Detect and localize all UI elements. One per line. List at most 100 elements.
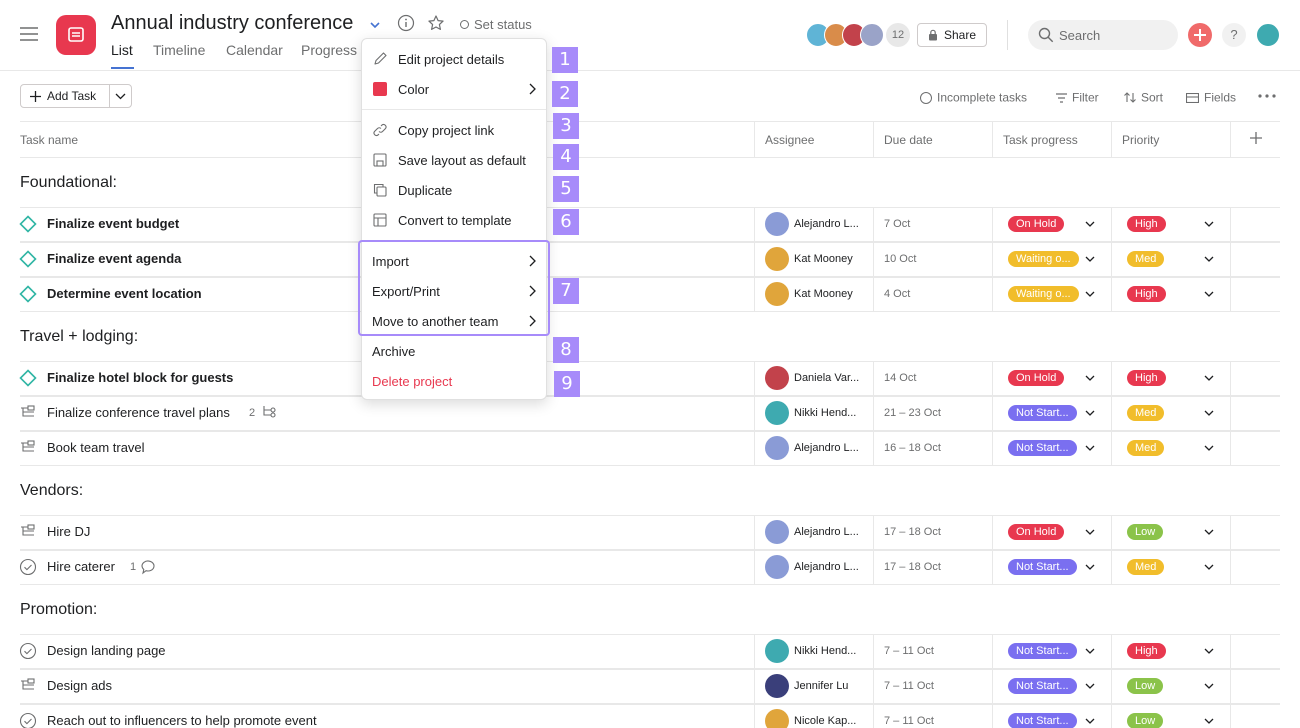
chevron-down-icon[interactable] bbox=[1203, 372, 1215, 384]
menu-item-delete-project[interactable]: Delete project bbox=[362, 366, 546, 396]
share-button[interactable]: Share bbox=[917, 23, 987, 47]
priority-badge[interactable]: High bbox=[1127, 286, 1166, 302]
filter-button[interactable]: Filter bbox=[1056, 89, 1099, 105]
task-progress-badge[interactable]: Not Start... bbox=[1008, 643, 1077, 659]
menu-item-archive[interactable]: Archive bbox=[362, 336, 546, 366]
more-options-icon[interactable] bbox=[1258, 93, 1276, 99]
chevron-down-icon[interactable] bbox=[1084, 218, 1096, 230]
task-name[interactable]: Hire DJ bbox=[47, 524, 90, 539]
assignee-name[interactable]: Kat Mooney bbox=[794, 288, 853, 300]
chevron-down-icon[interactable] bbox=[1084, 407, 1096, 419]
due-date[interactable]: 7 – 11 Oct bbox=[884, 680, 934, 692]
section-header[interactable]: Promotion: bbox=[20, 601, 97, 619]
due-date[interactable]: 7 – 11 Oct bbox=[884, 645, 934, 657]
fields-button[interactable]: Fields bbox=[1186, 89, 1236, 105]
column-header-priority[interactable]: Priority bbox=[1122, 133, 1159, 147]
tab-calendar[interactable]: Calendar bbox=[226, 42, 283, 58]
task-name[interactable]: Finalize hotel block for guests bbox=[47, 370, 233, 385]
assignee-name[interactable]: Kat Mooney bbox=[794, 253, 853, 265]
chevron-down-icon[interactable] bbox=[1203, 645, 1215, 657]
chevron-down-icon[interactable] bbox=[1084, 372, 1096, 384]
task-name[interactable]: Book team travel bbox=[47, 440, 145, 455]
tab-progress[interactable]: Progress bbox=[301, 42, 357, 58]
priority-badge[interactable]: High bbox=[1127, 370, 1166, 386]
chevron-down-icon[interactable] bbox=[1203, 715, 1215, 727]
chevron-down-icon[interactable] bbox=[1084, 715, 1096, 727]
member-count[interactable]: 12 bbox=[886, 23, 910, 47]
chevron-down-icon[interactable] bbox=[1203, 680, 1215, 692]
due-date[interactable]: 10 Oct bbox=[884, 253, 916, 265]
assignee-name[interactable]: Alejandro L... bbox=[794, 218, 859, 230]
priority-badge[interactable]: High bbox=[1127, 216, 1166, 232]
task-progress-badge[interactable]: On Hold bbox=[1008, 216, 1065, 232]
assignee-avatar[interactable] bbox=[765, 212, 789, 236]
assignee-name[interactable]: Alejandro L... bbox=[794, 561, 859, 573]
chevron-down-icon[interactable] bbox=[1203, 288, 1215, 300]
chevron-down-icon[interactable] bbox=[1084, 288, 1096, 300]
chevron-down-icon[interactable] bbox=[1203, 253, 1215, 265]
assignee-avatar[interactable] bbox=[765, 282, 789, 306]
task-name[interactable]: Finalize conference travel plans bbox=[47, 405, 230, 420]
assignee-avatar[interactable] bbox=[765, 639, 789, 663]
due-date[interactable]: 4 Oct bbox=[884, 288, 910, 300]
due-date[interactable]: 7 Oct bbox=[884, 218, 910, 230]
member-avatar[interactable] bbox=[860, 23, 884, 47]
subtask-count[interactable]: 2 bbox=[249, 407, 255, 419]
assignee-name[interactable]: Daniela Var... bbox=[794, 372, 859, 384]
due-date[interactable]: 17 – 18 Oct bbox=[884, 526, 941, 538]
task-progress-badge[interactable]: Not Start... bbox=[1008, 678, 1077, 694]
task-name[interactable]: Design ads bbox=[47, 678, 112, 693]
assignee-name[interactable]: Jennifer Lu bbox=[794, 680, 848, 692]
project-info-icon[interactable] bbox=[397, 14, 415, 32]
subtask-icon[interactable] bbox=[19, 404, 37, 422]
assignee-avatar[interactable] bbox=[765, 674, 789, 698]
priority-badge[interactable]: Low bbox=[1127, 713, 1164, 728]
chevron-down-icon[interactable] bbox=[1203, 442, 1215, 454]
menu-item-copy-project-link[interactable]: Copy project link bbox=[362, 115, 546, 145]
task-name[interactable]: Reach out to influencers to help promote… bbox=[47, 713, 317, 728]
task-name[interactable]: Determine event location bbox=[47, 286, 202, 301]
due-date[interactable]: 7 – 11 Oct bbox=[884, 715, 934, 727]
check-circle-icon[interactable] bbox=[19, 558, 37, 576]
favorite-star-icon[interactable] bbox=[427, 14, 445, 32]
chevron-down-icon[interactable] bbox=[1084, 253, 1096, 265]
column-header-task-name[interactable]: Task name bbox=[20, 133, 78, 147]
assignee-name[interactable]: Nikki Hend... bbox=[794, 407, 856, 419]
section-header[interactable]: Vendors: bbox=[20, 482, 83, 500]
priority-badge[interactable]: Low bbox=[1127, 678, 1164, 694]
assignee-avatar[interactable] bbox=[765, 520, 789, 544]
chevron-down-icon[interactable] bbox=[1084, 680, 1096, 692]
tab-timeline[interactable]: Timeline bbox=[153, 42, 205, 58]
task-progress-badge[interactable]: On Hold bbox=[1008, 370, 1065, 386]
add-task-dropdown-button[interactable] bbox=[109, 84, 132, 108]
add-column-plus-icon[interactable] bbox=[1250, 132, 1262, 144]
comment-count[interactable]: 1 bbox=[130, 561, 136, 573]
due-date[interactable]: 17 – 18 Oct bbox=[884, 561, 941, 573]
due-date[interactable]: 16 – 18 Oct bbox=[884, 442, 941, 454]
column-header-task-progress[interactable]: Task progress bbox=[1003, 133, 1078, 147]
check-circle-icon[interactable] bbox=[19, 642, 37, 660]
section-header[interactable]: Travel + lodging: bbox=[20, 328, 138, 346]
priority-badge[interactable]: Low bbox=[1127, 524, 1164, 540]
assignee-avatar[interactable] bbox=[765, 247, 789, 271]
chevron-down-icon[interactable] bbox=[1203, 218, 1215, 230]
section-header[interactable]: Foundational: bbox=[20, 174, 117, 192]
quick-add-button[interactable] bbox=[1188, 23, 1212, 47]
assignee-avatar[interactable] bbox=[765, 401, 789, 425]
chevron-down-icon[interactable] bbox=[1084, 442, 1096, 454]
due-date[interactable]: 21 – 23 Oct bbox=[884, 407, 941, 419]
subtask-icon[interactable] bbox=[19, 439, 37, 457]
due-date[interactable]: 14 Oct bbox=[884, 372, 916, 384]
sort-button[interactable]: Sort bbox=[1124, 89, 1163, 105]
chevron-down-icon[interactable] bbox=[1084, 645, 1096, 657]
add-task-button[interactable]: Add Task bbox=[20, 84, 110, 108]
task-progress-badge[interactable]: Not Start... bbox=[1008, 405, 1077, 421]
milestone-diamond-icon[interactable] bbox=[19, 285, 37, 303]
chevron-down-icon[interactable] bbox=[1203, 561, 1215, 573]
assignee-avatar[interactable] bbox=[765, 555, 789, 579]
column-header-assignee[interactable]: Assignee bbox=[765, 133, 814, 147]
subtask-icon[interactable] bbox=[19, 677, 37, 695]
task-name[interactable]: Finalize event agenda bbox=[47, 251, 181, 266]
assignee-name[interactable]: Alejandro L... bbox=[794, 526, 859, 538]
milestone-diamond-icon[interactable] bbox=[19, 250, 37, 268]
